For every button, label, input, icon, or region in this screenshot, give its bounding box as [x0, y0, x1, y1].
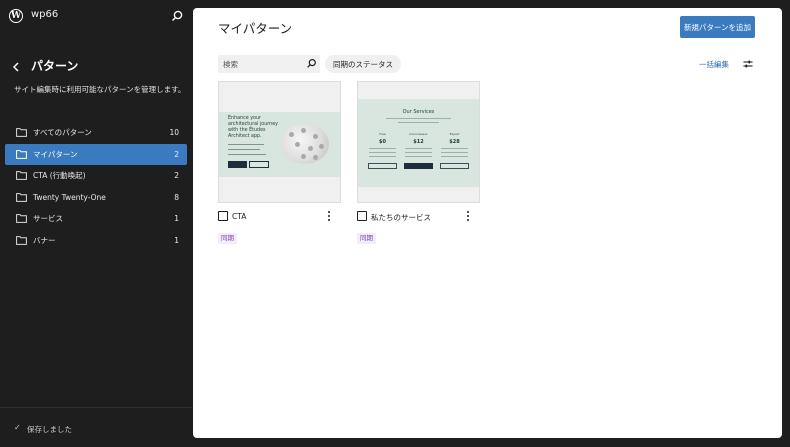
preview-plan-price: $0 — [379, 139, 386, 145]
site-name[interactable]: wp66 — [31, 9, 58, 20]
preview-image-detail — [289, 132, 294, 137]
preview-line — [405, 148, 432, 149]
preview-column: Expert $28 — [439, 132, 470, 169]
more-vertical-icon[interactable] — [325, 210, 333, 222]
preview-plan-price: $28 — [449, 139, 460, 145]
preview-heading: Our Services — [402, 109, 435, 115]
site-header: W wp66 — [0, 0, 192, 34]
preview-plan-button — [440, 163, 469, 169]
search-icon[interactable] — [170, 9, 184, 23]
preview-image-detail — [313, 134, 318, 139]
category-item-my-patterns[interactable]: マイパターン 2 — [5, 143, 187, 165]
folder-icon — [16, 149, 27, 159]
category-item-banner[interactable]: バナー 1 — [5, 230, 187, 252]
category-list: すべてのパターン 10 マイパターン 2 CTA (行動喚起) 2 Twenty… — [5, 122, 187, 251]
folder-icon — [16, 214, 27, 224]
search-input[interactable] — [223, 58, 303, 70]
preview-line — [369, 148, 396, 149]
preview-line — [405, 152, 432, 153]
folder-icon — [16, 192, 27, 202]
category-label: マイパターン — [33, 149, 78, 159]
preview-plan-name: Free — [379, 132, 386, 136]
preview-image-detail — [319, 144, 324, 149]
sync-status-filter[interactable]: 同期のステータス — [325, 55, 401, 73]
category-label: すべてのパターン — [33, 128, 92, 138]
preview-primary-button — [228, 161, 247, 168]
search-field[interactable] — [218, 55, 320, 73]
preview-image-detail — [301, 154, 306, 159]
card-title[interactable]: 私たちのサービス — [371, 212, 431, 223]
preview-line — [386, 118, 451, 119]
preview-line — [398, 122, 439, 123]
preview-line — [405, 156, 432, 157]
preview-line — [228, 144, 264, 145]
pattern-card-services[interactable]: Our Services Free $0 Connoisseur $12 Exp… — [357, 81, 480, 244]
category-item-twenty-twenty-one[interactable]: Twenty Twenty-One 8 — [5, 187, 187, 209]
folder-icon — [16, 171, 27, 181]
preview-plan-button — [404, 163, 433, 169]
preview-image-detail — [313, 155, 318, 160]
card-meta: 私たちのサービス 同期 — [357, 208, 480, 244]
category-count: 1 — [174, 235, 179, 245]
main-panel: マイパターン 新規パターンを追加 同期のステータス 一括編集 Enhance y… — [193, 8, 782, 438]
preview-plan-price: $12 — [413, 139, 424, 145]
pattern-card-cta[interactable]: Enhance your architectural journey with … — [218, 81, 341, 244]
select-checkbox[interactable] — [357, 211, 367, 221]
category-count: 1 — [174, 214, 179, 224]
pattern-preview[interactable]: Our Services Free $0 Connoisseur $12 Exp… — [357, 81, 480, 203]
category-count: 8 — [174, 192, 179, 202]
sync-badge: 同期 — [357, 233, 376, 244]
sync-badge: 同期 — [218, 233, 237, 244]
preview-plan-button — [368, 163, 397, 169]
category-label: サービス — [33, 214, 63, 224]
sliders-icon[interactable] — [742, 58, 754, 70]
category-label: CTA (行動喚起) — [33, 171, 86, 181]
sidebar: パターン サイト編集時に利用可能なパターンを管理します。 すべてのパターン 10… — [0, 34, 192, 447]
card-meta: CTA 同期 — [218, 208, 341, 244]
preview-line — [228, 149, 260, 150]
pattern-preview[interactable]: Enhance your architectural journey with … — [218, 81, 341, 203]
select-checkbox[interactable] — [218, 211, 228, 221]
category-item-services[interactable]: サービス 1 — [5, 208, 187, 230]
preview-line — [369, 152, 396, 153]
category-item-cta[interactable]: CTA (行動喚起) 2 — [5, 165, 187, 187]
preview-image-detail — [295, 142, 300, 147]
save-status: 保存しました — [27, 425, 72, 434]
preview-line — [369, 156, 396, 157]
preview-line — [228, 154, 266, 155]
card-title[interactable]: CTA — [232, 212, 246, 221]
category-count: 2 — [174, 171, 179, 181]
category-count: 10 — [169, 128, 179, 138]
wordpress-logo-icon[interactable]: W — [9, 9, 23, 23]
chevron-left-icon[interactable] — [10, 60, 22, 74]
preview-column: Connoisseur $12 — [403, 132, 434, 169]
sidebar-footer: ✓ 保存しました — [0, 407, 192, 447]
sidebar-description: サイト編集時に利用可能なパターンを管理します。 — [14, 85, 186, 94]
preview-heading: Enhance your architectural journey with … — [228, 116, 279, 139]
preview-line — [441, 156, 468, 157]
sidebar-title: パターン — [31, 59, 79, 73]
search-icon — [307, 58, 316, 68]
preview-plan-name: Expert — [449, 132, 460, 136]
preview-image-detail — [301, 128, 306, 133]
preview-image-detail — [308, 146, 313, 151]
category-label: Twenty Twenty-One — [33, 192, 106, 202]
category-count: 2 — [174, 149, 179, 159]
category-item-all[interactable]: すべてのパターン 10 — [5, 122, 187, 144]
preview-plan-name: Connoisseur — [409, 132, 428, 136]
folder-icon — [16, 235, 27, 245]
category-label: バナー — [33, 235, 56, 245]
preview-line — [441, 152, 468, 153]
preview-line — [441, 148, 468, 149]
folder-icon — [16, 128, 27, 138]
add-pattern-button[interactable]: 新規パターンを追加 — [680, 16, 755, 38]
preview-secondary-button — [249, 161, 269, 168]
check-icon: ✓ — [14, 423, 21, 432]
more-vertical-icon[interactable] — [464, 210, 472, 222]
bulk-edit-button[interactable]: 一括編集 — [699, 59, 729, 70]
preview-column: Free $0 — [367, 132, 398, 169]
page-title: マイパターン — [218, 21, 293, 36]
